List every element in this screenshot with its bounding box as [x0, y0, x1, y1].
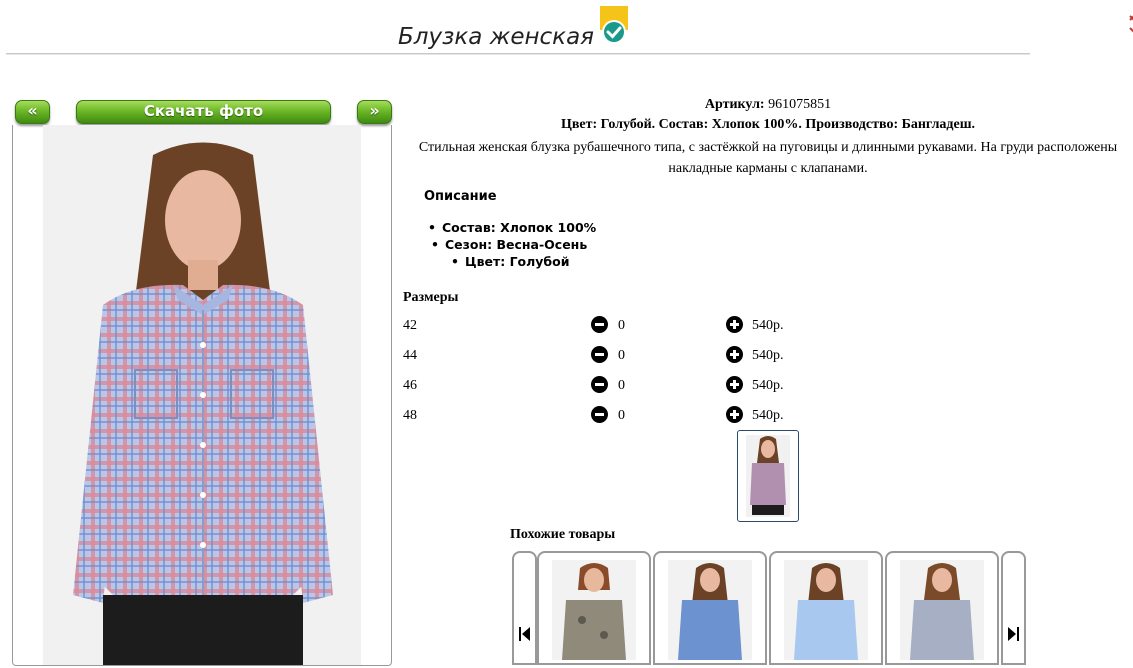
product-sku: Артикул: 961075851	[400, 97, 1133, 113]
size-label: 46	[403, 378, 417, 393]
product-photo[interactable]	[43, 125, 361, 665]
price-value: 540р.	[752, 408, 784, 423]
size-label: 42	[403, 318, 417, 333]
price-value: 540р.	[752, 348, 784, 363]
similar-product-item[interactable]	[885, 551, 999, 665]
product-meta: Цвет: Голубой. Состав: Хлопок 100%. Прои…	[560, 117, 976, 132]
similar-product-item[interactable]	[537, 551, 651, 665]
size-row: 46 0 540р.	[403, 376, 823, 396]
carousel-next-button[interactable]	[1001, 551, 1026, 665]
skip-back-icon	[519, 627, 530, 641]
header-divider	[6, 53, 1030, 55]
sku-label: Артикул:	[704, 97, 765, 112]
size-row: 48 0 540р.	[403, 406, 823, 426]
verified-badge-icon	[600, 6, 628, 44]
similar-product-item[interactable]	[769, 551, 883, 665]
product-description: Стильная женская блузка рубашечного типа…	[418, 140, 1118, 176]
quantity-value: 0	[618, 378, 625, 393]
size-label: 44	[403, 348, 417, 363]
next-photo-button[interactable]: »	[357, 100, 392, 124]
decrease-quantity-button[interactable]	[591, 316, 608, 333]
size-row: 44 0 540р.	[403, 346, 823, 366]
feature-item: Цвет: Голубой	[451, 254, 570, 269]
close-icon[interactable]	[1126, 12, 1133, 34]
decrease-quantity-button[interactable]	[591, 376, 608, 393]
size-row: 42 0 540р.	[403, 316, 823, 336]
prev-photo-button[interactable]: «	[15, 100, 50, 124]
sizes-heading: Размеры	[403, 290, 459, 305]
description-heading: Описание	[424, 189, 497, 204]
feature-item: Сезон: Весна-Осень	[431, 237, 587, 252]
increase-quantity-button[interactable]	[726, 346, 743, 363]
carousel-prev-button[interactable]	[512, 551, 537, 665]
quantity-value: 0	[618, 318, 625, 333]
decrease-quantity-button[interactable]	[591, 346, 608, 363]
decrease-quantity-button[interactable]	[591, 406, 608, 423]
skip-forward-icon	[1008, 627, 1019, 641]
sku-value: 961075851	[768, 97, 832, 112]
download-photo-button[interactable]: Скачать фото	[76, 100, 331, 124]
price-value: 540р.	[752, 318, 784, 333]
increase-quantity-button[interactable]	[726, 406, 743, 423]
photo-thumbnail[interactable]	[737, 430, 799, 522]
similar-products-heading: Похожие товары	[510, 527, 616, 542]
increase-quantity-button[interactable]	[726, 376, 743, 393]
similar-product-item[interactable]	[653, 551, 767, 665]
product-photo-frame	[12, 125, 392, 666]
increase-quantity-button[interactable]	[726, 316, 743, 333]
page-title: Блузка женская	[398, 24, 594, 50]
quantity-value: 0	[618, 348, 625, 363]
price-value: 540р.	[752, 378, 784, 393]
feature-item: Состав: Хлопок 100%	[428, 220, 596, 235]
quantity-value: 0	[618, 408, 625, 423]
size-label: 48	[403, 408, 417, 423]
